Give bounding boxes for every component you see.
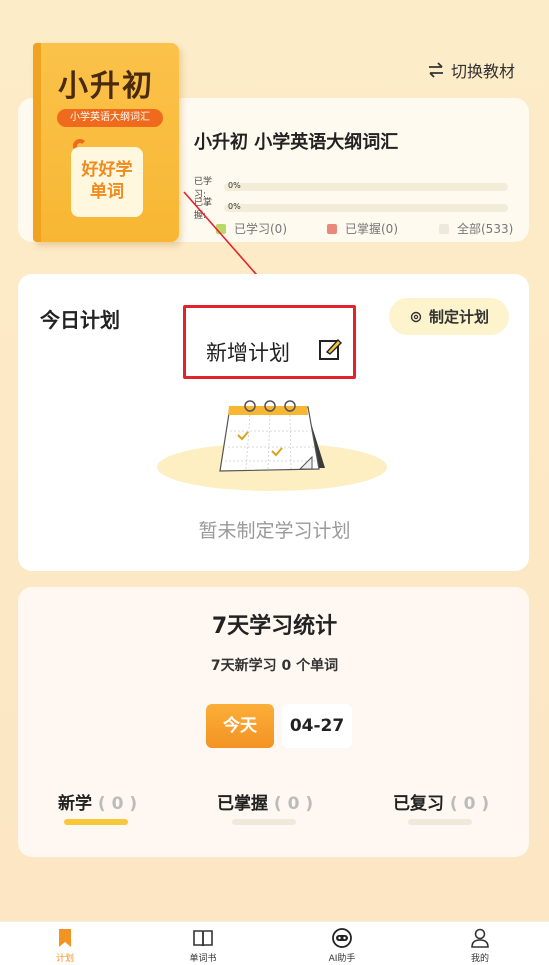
stat-new-bar <box>64 819 128 825</box>
book-cover[interactable]: 小升初 小学英语大纲词汇 好好学 单词 <box>33 43 179 242</box>
badge-line1: 好好学 <box>81 160 133 180</box>
legend-mastered: 已掌握(0) <box>327 220 398 237</box>
book-cover-subtitle: 小学英语大纲词汇 <box>57 109 163 127</box>
date-button[interactable]: 04-27 <box>282 704 352 748</box>
badge-line2: 单词 <box>90 182 124 202</box>
swap-icon <box>428 62 443 78</box>
legend-swatch-mastered <box>327 223 337 234</box>
stat-reviewed-count: ( 0 ) <box>449 794 490 814</box>
stat-reviewed[interactable]: 已复习 ( 0 ) <box>393 789 489 814</box>
robot-icon <box>332 928 352 948</box>
person-icon <box>471 928 489 948</box>
legend-total: 全部(533) <box>439 220 513 237</box>
tab-ai-assistant-label: AI助手 <box>328 954 356 964</box>
legend-total-label: 全部(533) <box>457 222 514 236</box>
stat-mastered[interactable]: 已掌握 ( 0 ) <box>217 789 313 814</box>
stat-mastered-count: ( 0 ) <box>273 794 314 814</box>
legend-swatch-total <box>439 223 449 234</box>
tab-mine-label: 我的 <box>470 954 489 964</box>
tab-wordbook-label: 单词书 <box>189 954 217 964</box>
make-plan-button[interactable]: 制定计划 <box>389 298 509 335</box>
stats-title: 7天学习统计 <box>211 614 338 639</box>
bookmark-icon <box>59 929 71 947</box>
book-cover-badge: 好好学 单词 <box>71 147 143 217</box>
tab-mine[interactable]: 我的 <box>450 927 510 964</box>
tab-plan[interactable]: 计划 <box>35 927 95 964</box>
today-plan-title: 今日计划 <box>40 308 120 332</box>
stat-mastered-label: 已掌握 <box>217 794 268 814</box>
empty-plan-text: 暂未制定学习计划 <box>198 520 351 542</box>
edit-icon[interactable] <box>318 337 342 361</box>
stat-reviewed-bar <box>408 819 472 825</box>
stat-mastered-bar <box>232 819 296 825</box>
book-icon <box>193 930 213 947</box>
tab-plan-label: 计划 <box>55 954 74 964</box>
tab-wordbook[interactable]: 单词书 <box>173 927 233 964</box>
stat-new-label: 新学 <box>58 794 92 814</box>
today-button[interactable]: 今天 <box>206 704 274 748</box>
add-plan-button[interactable]: 新增计划 <box>206 337 290 367</box>
stat-new-count: ( 0 ) <box>97 794 138 814</box>
stat-new[interactable]: 新学 ( 0 ) <box>58 789 137 814</box>
tab-ai-assistant[interactable]: AI助手 <box>312 927 372 964</box>
legend-mastered-label: 已掌握(0) <box>345 222 398 236</box>
book-cover-title: 小升初 <box>58 69 154 104</box>
make-plan-label: 制定计划 <box>428 308 489 326</box>
book-name: 小升初 小学英语大纲词汇 <box>194 132 399 153</box>
calendar-illustration <box>157 400 387 491</box>
switch-textbook-label: 切换教材 <box>450 62 515 81</box>
stat-reviewed-label: 已复习 <box>393 794 444 814</box>
stats-subtitle: 7天新学习 0 个单词 <box>210 658 339 674</box>
switch-textbook-button[interactable]: 切换教材 <box>427 58 515 82</box>
gear-icon <box>410 311 422 322</box>
